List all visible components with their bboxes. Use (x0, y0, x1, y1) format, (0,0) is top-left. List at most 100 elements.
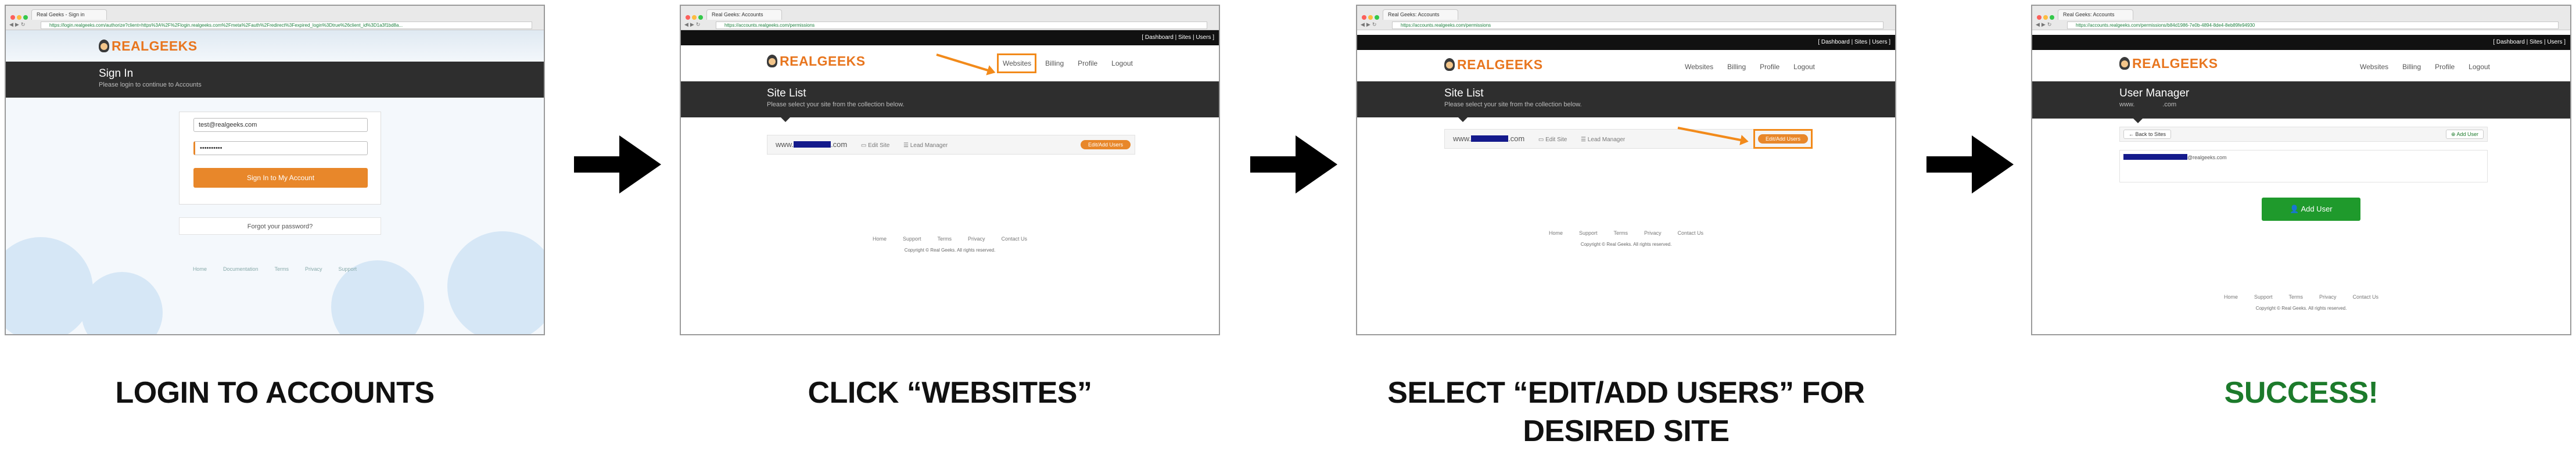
browser-tab[interactable]: Real Geeks: Accounts (2058, 9, 2133, 20)
logo: REALGEEKS (99, 38, 198, 54)
user-manager-band: User Manager www. .com (2032, 81, 2570, 123)
signin-band: Sign In Please login to continue to Acco… (6, 62, 544, 102)
footer-link[interactable]: Home (1549, 230, 1563, 236)
password-field[interactable] (193, 141, 368, 155)
user-row[interactable]: @realgeeks.com (2123, 154, 2484, 160)
gear-icon (6, 237, 93, 334)
nav-arrows-icon[interactable]: ◀▶↻ (1361, 22, 1378, 28)
address-bar[interactable]: https://accounts.realgeeks.com/permissio… (2067, 22, 2559, 29)
footer-link[interactable]: Support (2254, 294, 2273, 300)
logo: REALGEEKS (2119, 56, 2218, 71)
edit-site-link[interactable]: ▭ Edit Site (861, 142, 889, 149)
browser-chrome: Real Geeks: Accounts ◀▶↻ https://account… (681, 6, 1219, 30)
step-caption: LOGIN TO ACCOUNTS (115, 376, 435, 410)
page-subtitle: www. .com (2119, 101, 2177, 108)
add-user-button[interactable]: 👤 Add User (2262, 198, 2360, 221)
address-bar[interactable]: https://accounts.realgeeks.com/permissio… (1392, 22, 1883, 29)
gear-icon (447, 231, 544, 334)
main-nav: Websites Billing Profile Logout (1671, 63, 1815, 71)
footer-link[interactable]: Privacy (305, 266, 322, 272)
login-form: Sign In to My Account (179, 112, 381, 205)
edit-site-link[interactable]: ▭ Edit Site (1538, 137, 1567, 143)
browser-chrome: Real Geeks: Accounts ◀▶↻ https://account… (2032, 6, 2570, 30)
footer-link[interactable]: Terms (1614, 230, 1628, 236)
background-area: Sign In to My Account Forgot your passwo… (6, 98, 544, 334)
nav-logout[interactable]: Logout (1793, 63, 1815, 71)
back-to-sites-button[interactable]: ← Back to Sites (2123, 130, 2172, 139)
footer-links: Home Documentation Terms Privacy Support (6, 266, 544, 272)
arrow-right-icon (1926, 135, 2014, 194)
highlight-websites (997, 53, 1036, 73)
nav-billing[interactable]: Billing (1727, 63, 1746, 71)
footer-link[interactable]: Terms (938, 236, 952, 242)
caret-icon (1458, 117, 1468, 122)
footer-link[interactable]: Support (339, 266, 357, 272)
header: REALGEEKS (6, 30, 544, 62)
page-subtitle: Please select your site from the collect… (1444, 101, 1582, 108)
arrow-right-icon (574, 135, 661, 194)
nav-billing[interactable]: Billing (2402, 63, 2421, 71)
footer-link[interactable]: Support (1579, 230, 1598, 236)
footer-link[interactable]: Privacy (1644, 230, 1662, 236)
nav-profile[interactable]: Profile (1078, 59, 1097, 67)
site-row[interactable]: www. .com ▭ Edit Site ☰ Lead Manager (767, 135, 1135, 155)
step-caption: SELECT “EDIT/ADD USERS” FOR DESIRED SITE (1387, 376, 1865, 448)
nav-logout[interactable]: Logout (1111, 59, 1133, 67)
logo: REALGEEKS (1444, 57, 1543, 73)
footer-link[interactable]: Support (903, 236, 921, 242)
page-subtitle: Please login to continue to Accounts (99, 81, 202, 88)
screenshot-websites: Real Geeks: Accounts ◀▶↻ https://account… (680, 5, 1220, 335)
redacted-user (2123, 154, 2187, 160)
screenshot-edit-users: Real Geeks: Accounts ◀▶↻ https://account… (1356, 5, 1896, 335)
footer-link[interactable]: Privacy (2319, 294, 2337, 300)
nav-arrows-icon[interactable]: ◀▶↻ (9, 22, 27, 28)
sitelist-band: Site List Please select your site from t… (681, 81, 1219, 122)
address-bar[interactable]: https://login.realgeeks.com/authorize?cl… (41, 22, 532, 29)
footer-link[interactable]: Contact Us (1002, 236, 1028, 242)
nav-websites[interactable]: Websites (1685, 63, 1713, 71)
top-bar[interactable]: [ Dashboard | Sites | Users ] (2032, 35, 2570, 50)
nav-profile[interactable]: Profile (2435, 63, 2455, 71)
gear-icon (81, 272, 163, 334)
browser-tab[interactable]: Real Geeks - Sign in (31, 9, 107, 20)
lead-manager-link[interactable]: ☰ Lead Manager (1581, 137, 1625, 143)
redacted-domain (1471, 135, 1509, 142)
nav-profile[interactable]: Profile (1760, 63, 1779, 71)
footer-link[interactable]: Privacy (968, 236, 985, 242)
browser-chrome: Real Geeks: Accounts ◀▶↻ https://account… (1357, 6, 1895, 30)
lead-manager-link[interactable]: ☰ Lead Manager (903, 142, 948, 149)
footer-link[interactable]: Home (873, 236, 887, 242)
nav-arrows-icon[interactable]: ◀▶↻ (684, 22, 702, 28)
browser-tab[interactable]: Real Geeks: Accounts (1383, 9, 1458, 20)
callout-arrow-icon (936, 53, 991, 72)
footer-links: Home Support Terms Privacy Contact Us (681, 236, 1219, 242)
user-toolbar: ← Back to Sites ⊕ Add User (2119, 127, 2488, 142)
footer-link[interactable]: Terms (2289, 294, 2304, 300)
footer-link[interactable]: Home (193, 266, 207, 272)
footer-link[interactable]: Terms (275, 266, 289, 272)
footer-link[interactable]: Contact Us (1678, 230, 1704, 236)
footer-link[interactable]: Documentation (223, 266, 259, 272)
browser-chrome: Real Geeks - Sign in ◀▶↻ https://login.r… (6, 6, 544, 30)
top-bar[interactable]: [ Dashboard | Sites | Users ] (681, 30, 1219, 45)
forgot-password-link[interactable]: Forgot your password? (179, 217, 381, 235)
logo-mascot-icon (99, 40, 109, 52)
address-bar[interactable]: https://accounts.realgeeks.com/permissio… (716, 22, 1207, 29)
nav-arrows-icon[interactable]: ◀▶↻ (2036, 22, 2053, 28)
email-field[interactable] (193, 118, 368, 132)
nav-billing[interactable]: Billing (1045, 59, 1064, 67)
arrow-right-icon (1250, 135, 1337, 194)
top-bar[interactable]: [ Dashboard | Sites | Users ] (1357, 35, 1895, 50)
signin-button[interactable]: Sign In to My Account (193, 168, 368, 188)
add-user-small-button[interactable]: ⊕ Add User (2445, 130, 2484, 139)
footer-links: Home Support Terms Privacy Contact Us (1357, 230, 1895, 236)
page-subtitle: Please select your site from the collect… (767, 101, 905, 108)
edit-users-button[interactable]: Edit/Add Users (1081, 140, 1131, 149)
step-caption: SUCCESS! (2224, 376, 2378, 410)
logo: REALGEEKS (767, 53, 866, 69)
browser-tab[interactable]: Real Geeks: Accounts (706, 9, 782, 20)
footer-link[interactable]: Contact Us (2353, 294, 2379, 300)
footer-link[interactable]: Home (2224, 294, 2238, 300)
nav-logout[interactable]: Logout (2469, 63, 2490, 71)
nav-websites[interactable]: Websites (2360, 63, 2388, 71)
